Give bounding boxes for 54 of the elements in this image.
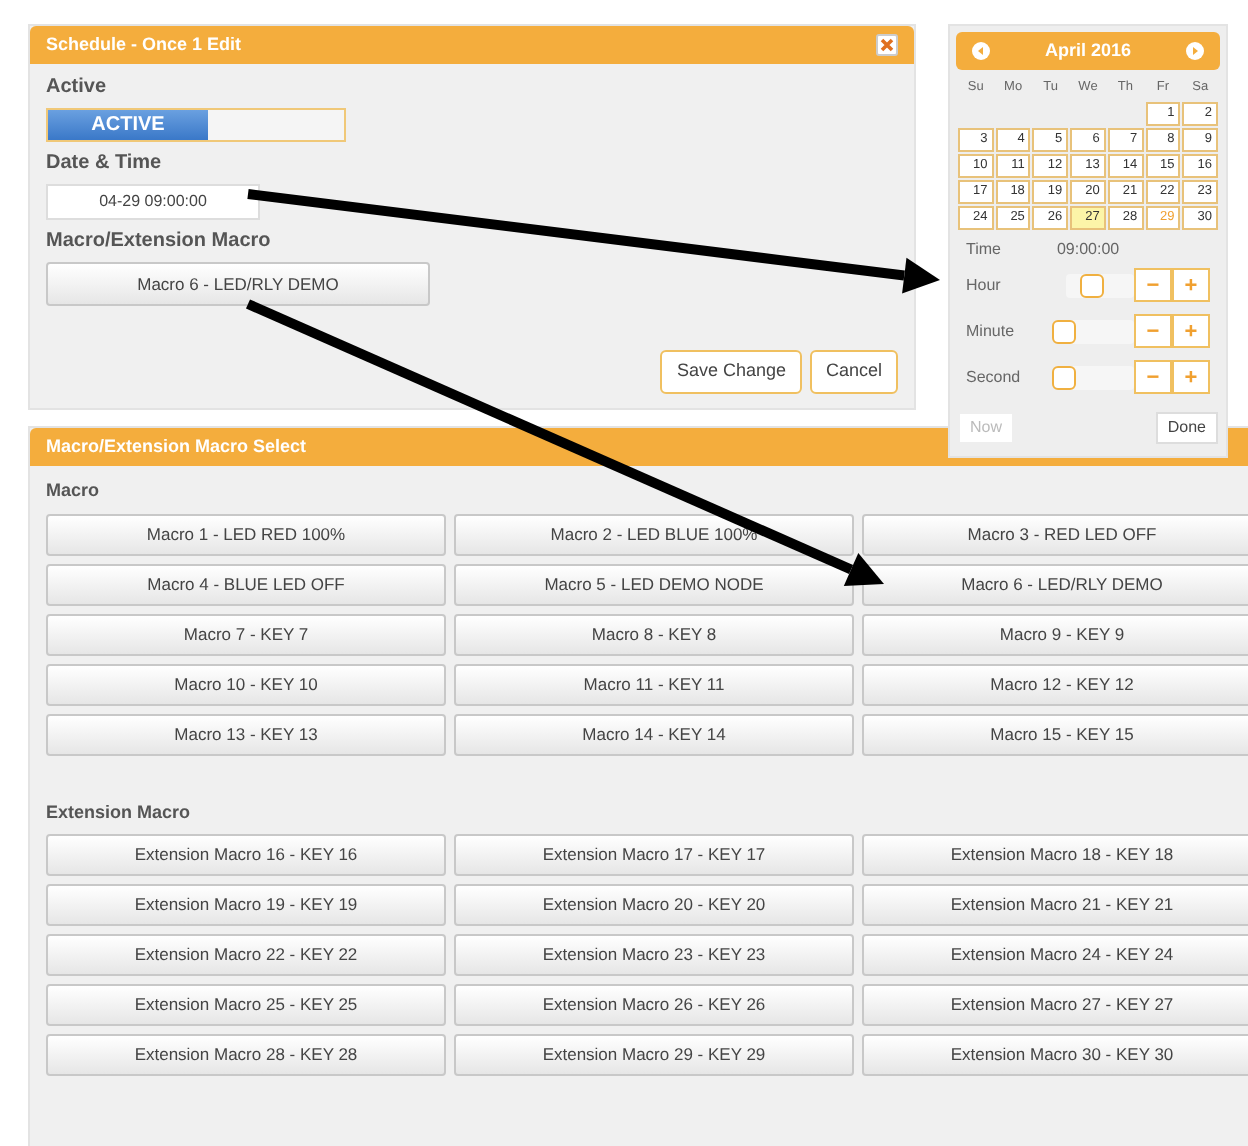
macro-button[interactable]: Extension Macro 17 - KEY 17 [454, 834, 854, 876]
slider-thumb[interactable] [1079, 273, 1104, 297]
macro-button[interactable]: Extension Macro 19 - KEY 19 [46, 884, 446, 926]
dialog-title: Schedule - Once 1 Edit [46, 31, 242, 58]
macro-button[interactable]: Extension Macro 24 - KEY 24 [862, 934, 1248, 976]
macro-button[interactable]: Macro 9 - KEY 9 [862, 613, 1248, 655]
macro-button[interactable]: Extension Macro 16 - KEY 16 [46, 834, 446, 876]
cancel-button[interactable]: Cancel [809, 350, 898, 393]
section-heading: Macro [46, 478, 102, 504]
macro-select-button[interactable]: Macro 6 - LED/RLY DEMO [46, 262, 430, 306]
field-label: Active [46, 74, 109, 102]
macro-button[interactable]: Extension Macro 29 - KEY 29 [454, 1034, 854, 1076]
macro-button[interactable]: Extension Macro 30 - KEY 30 [862, 1034, 1248, 1076]
save-button[interactable]: Save Change [660, 350, 802, 393]
time-label: Time [966, 238, 1001, 262]
macro-button[interactable]: Macro 3 - RED LED OFF [862, 513, 1248, 555]
field-label: Macro/Extension Macro [46, 228, 273, 256]
field-label: Date & Time [46, 150, 164, 178]
next-month-icon[interactable] [1186, 42, 1204, 60]
macro-button[interactable]: Macro 4 - BLUE LED OFF [46, 563, 446, 605]
macro-button[interactable]: Macro 10 - KEY 10 [46, 663, 446, 705]
macro-button[interactable]: Macro 12 - KEY 12 [862, 663, 1248, 705]
macro-button[interactable]: Macro 5 - LED DEMO NODE [454, 563, 854, 605]
macro-button[interactable]: Macro 15 - KEY 15 [862, 713, 1248, 755]
macro-button[interactable]: Extension Macro 22 - KEY 22 [46, 934, 446, 976]
macro-button[interactable]: Macro 8 - KEY 8 [454, 613, 854, 655]
macro-button[interactable]: Extension Macro 23 - KEY 23 [454, 934, 854, 976]
macro-button[interactable]: Macro 1 - LED RED 100% [46, 513, 446, 555]
slider-thumb[interactable] [1052, 319, 1077, 343]
macro-button[interactable]: Macro 7 - KEY 7 [46, 613, 446, 655]
macro-button[interactable]: Macro 14 - KEY 14 [454, 713, 854, 755]
slider-label: Hour [966, 273, 1003, 297]
done-button[interactable]: Done [1155, 412, 1218, 444]
macro-button[interactable]: Macro 6 - LED/RLY DEMO [862, 563, 1248, 605]
macro-button[interactable]: Extension Macro 25 - KEY 25 [46, 984, 446, 1026]
macro-button[interactable]: Extension Macro 21 - KEY 21 [862, 884, 1248, 926]
previous-month-icon[interactable] [972, 42, 990, 60]
macro-button[interactable]: Extension Macro 28 - KEY 28 [46, 1034, 446, 1076]
time-value: 09:00:00 [1056, 238, 1120, 262]
macro-button[interactable]: Macro 2 - LED BLUE 100% [454, 513, 854, 555]
macro-button[interactable]: Macro 11 - KEY 11 [454, 663, 854, 705]
close-icon[interactable] [876, 34, 898, 56]
macro-button[interactable]: Macro 13 - KEY 13 [46, 713, 446, 755]
slider-label: Second [966, 365, 1023, 389]
macro-button[interactable]: Extension Macro 20 - KEY 20 [454, 884, 854, 926]
section-heading: Extension Macro [46, 799, 193, 825]
panel-title: Macro/Extension Macro Select [46, 433, 307, 460]
macro-button[interactable]: Extension Macro 27 - KEY 27 [862, 984, 1248, 1026]
macro-button[interactable]: Extension Macro 18 - KEY 18 [862, 834, 1248, 876]
macro-button[interactable]: Extension Macro 26 - KEY 26 [454, 984, 854, 1026]
month-title: April 2016 [1044, 37, 1132, 64]
slider-thumb[interactable] [1052, 365, 1077, 389]
datetime-field[interactable]: 04-29 09:00:00 [46, 184, 260, 220]
slider-label: Minute [966, 319, 1017, 343]
